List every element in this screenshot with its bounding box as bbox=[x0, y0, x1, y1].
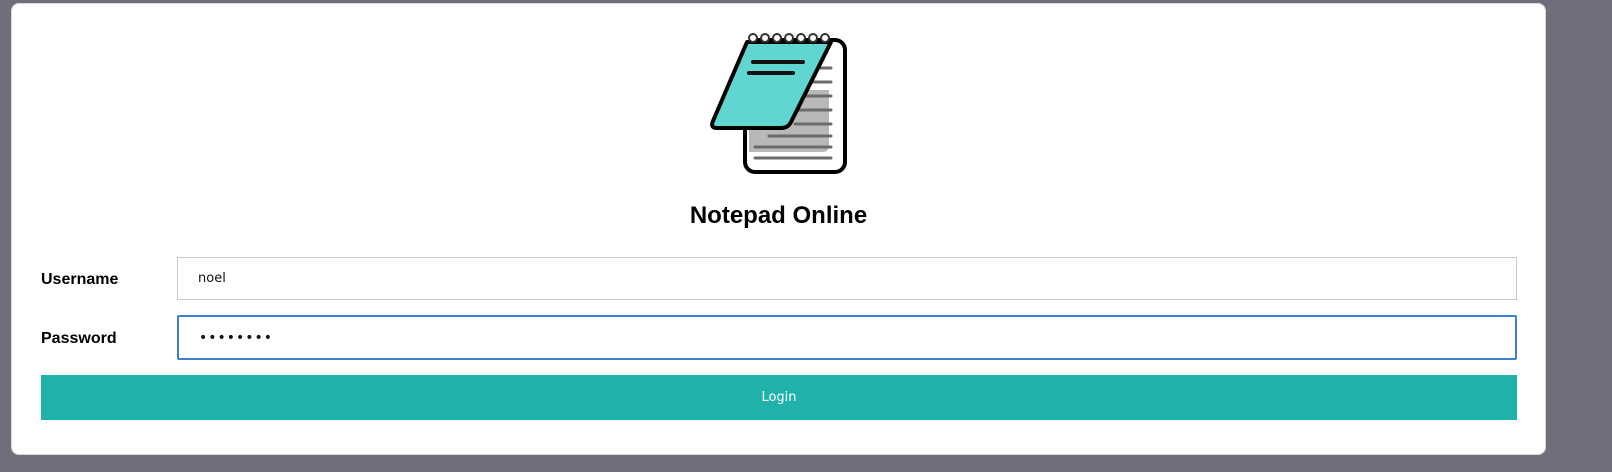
password-field[interactable] bbox=[177, 315, 1517, 360]
page-title: Notepad Online bbox=[689, 202, 868, 229]
login-card: Notepad Online Username Password Login bbox=[11, 3, 1546, 455]
username-field[interactable] bbox=[177, 257, 1517, 300]
password-label: Password bbox=[41, 330, 117, 347]
login-button[interactable]: Login bbox=[41, 375, 1517, 420]
notepad-icon bbox=[709, 30, 861, 180]
username-label: Username bbox=[41, 271, 119, 288]
